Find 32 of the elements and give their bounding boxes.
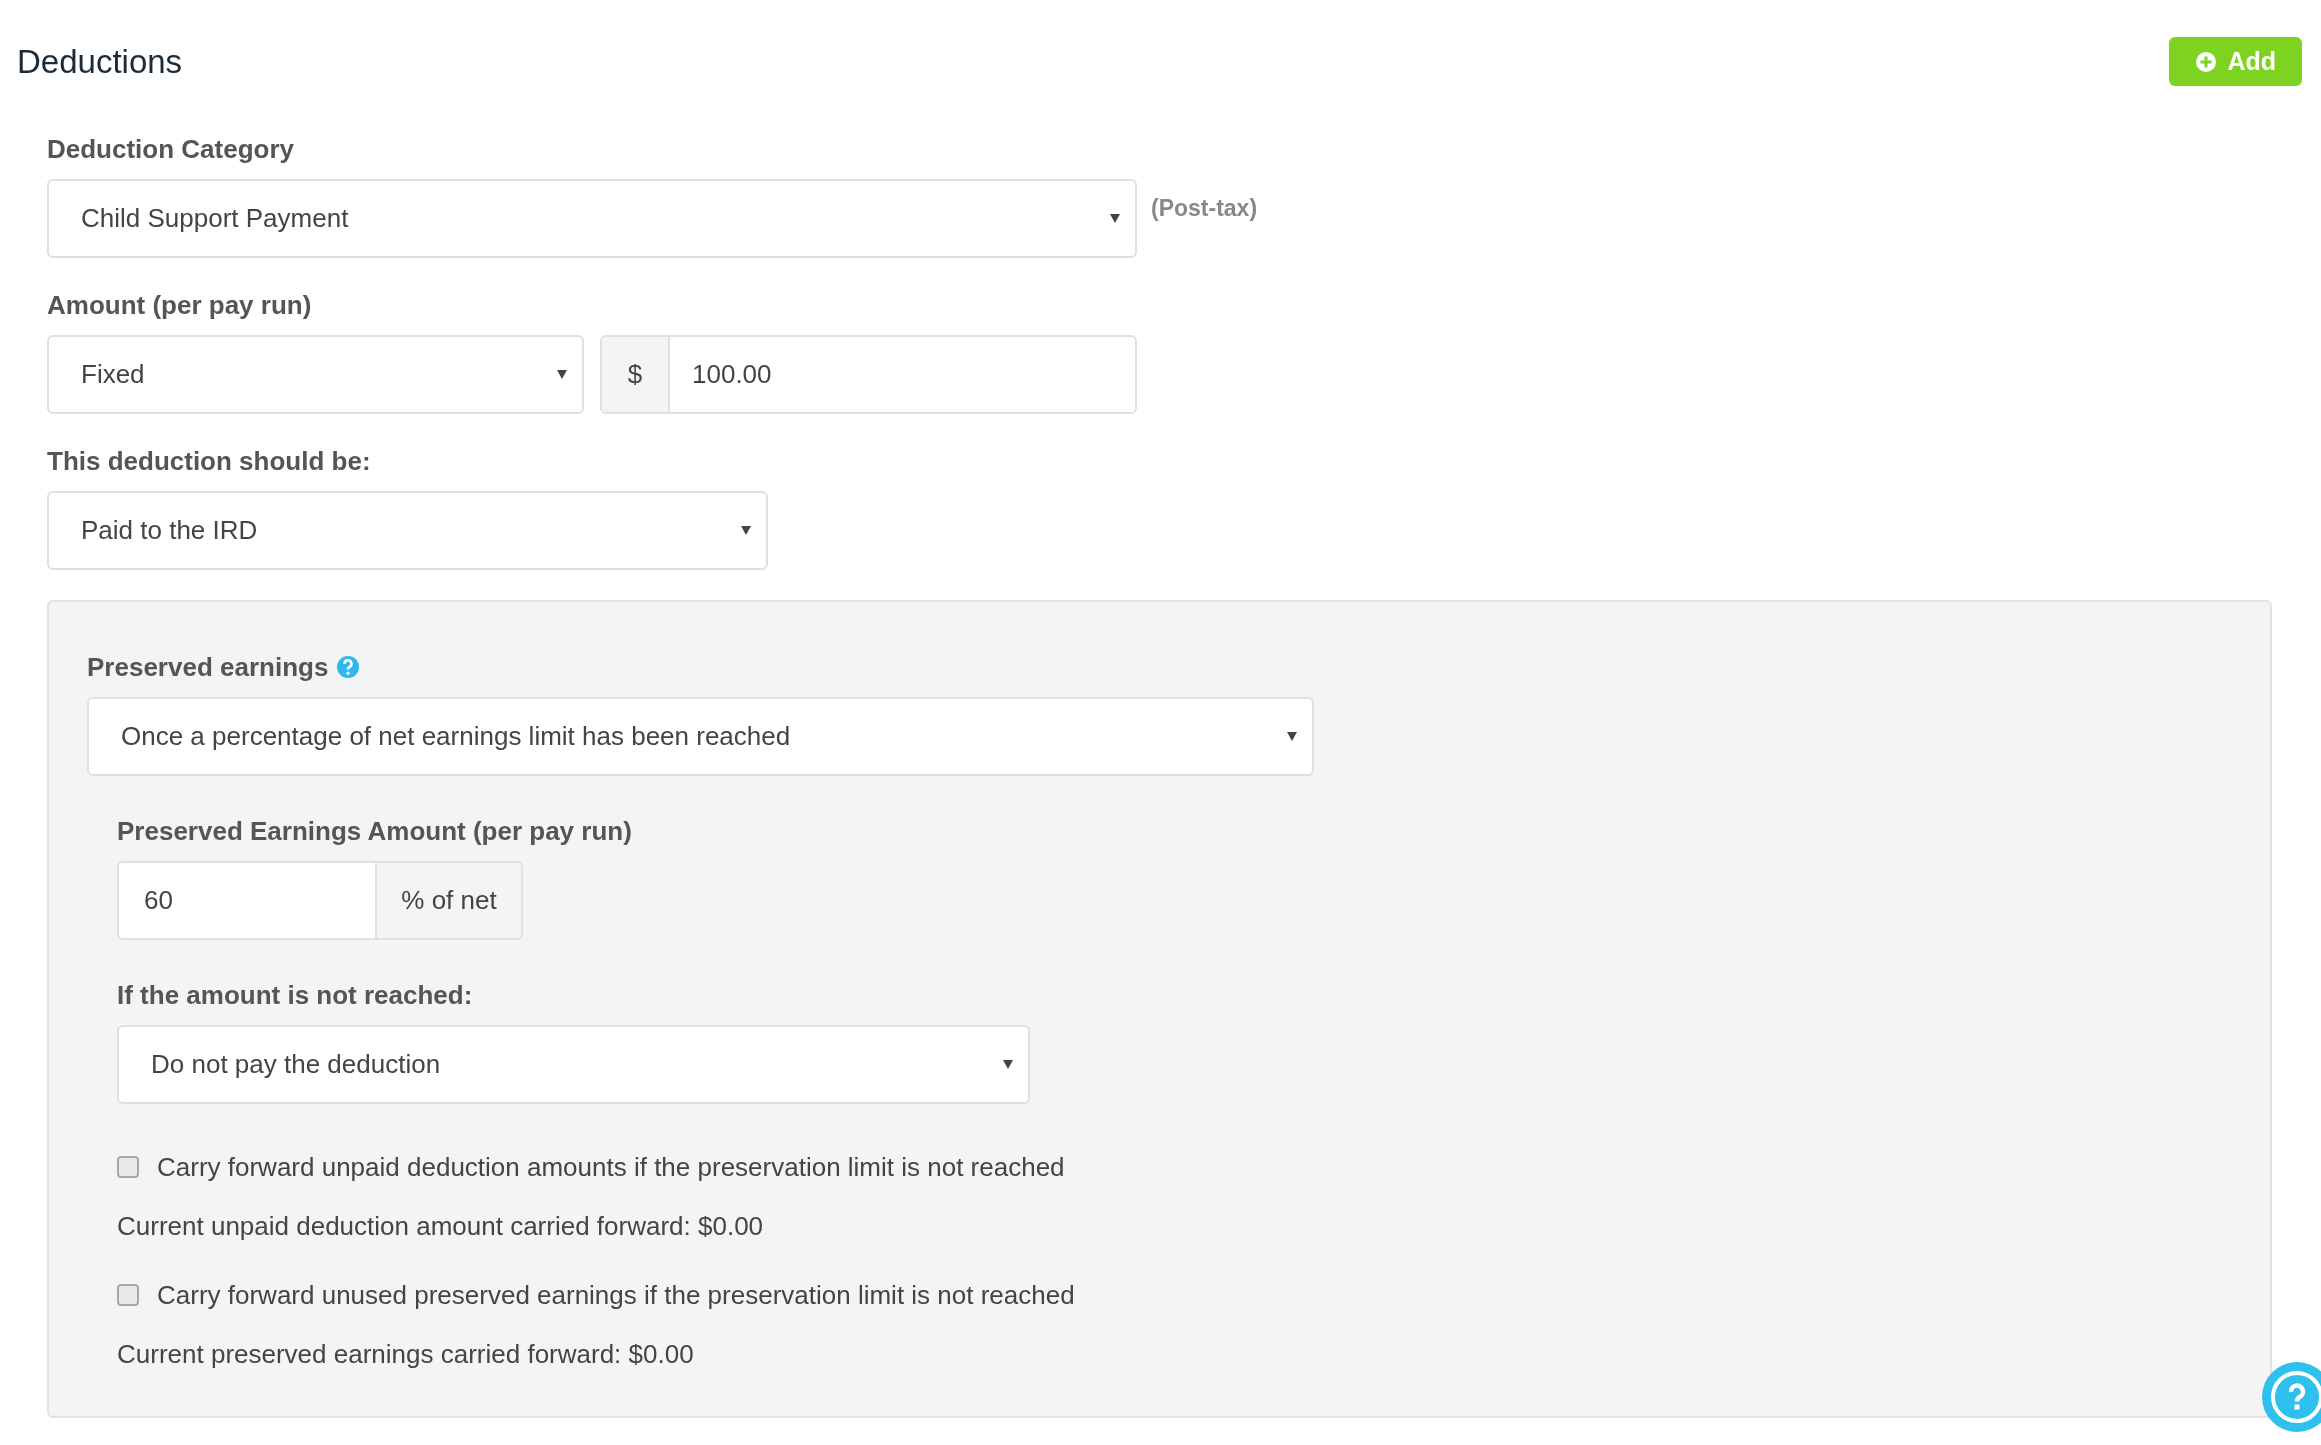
field-label: Preserved Earnings Amount (per pay run) bbox=[117, 814, 633, 848]
caret-icon bbox=[1002, 1058, 1014, 1070]
carried-forward-note: Current unpaid deduction amount carried forward: $0.00 bbox=[117, 1209, 765, 1243]
destination-select[interactable]: Paid to the IRD bbox=[47, 490, 768, 570]
percentage-field[interactable]: 60 % of net bbox=[117, 860, 523, 940]
help-icon bbox=[2270, 1370, 2321, 1424]
help-button[interactable] bbox=[2262, 1362, 2321, 1432]
amount-type-select[interactable]: Fixed bbox=[47, 334, 584, 414]
field-label: Amount (per pay run) bbox=[47, 288, 313, 322]
tax-note: (Post-tax) bbox=[1151, 193, 1258, 223]
page-title: Deductions bbox=[17, 42, 183, 82]
field-label: Deduction Category bbox=[47, 132, 296, 166]
preserved-mode-select[interactable]: Once a percentage of net earnings limit has been reached bbox=[87, 696, 1314, 776]
carried-forward-note: Current preserved earnings carried forward: $0.00 bbox=[117, 1337, 695, 1371]
checkbox[interactable] bbox=[117, 1284, 139, 1306]
caret-icon bbox=[740, 524, 752, 536]
amount-field[interactable]: $ 100.00 bbox=[600, 334, 1137, 414]
plus-circle-icon bbox=[2195, 50, 2218, 73]
help-icon[interactable] bbox=[336, 655, 361, 679]
caret-icon bbox=[556, 368, 568, 380]
percentage-suffix: % of net bbox=[375, 862, 521, 938]
fallback-select[interactable]: Do not pay the deduction bbox=[117, 1024, 1030, 1104]
currency-prefix: $ bbox=[602, 336, 670, 412]
caret-icon bbox=[1286, 730, 1298, 742]
checkbox-label: Carry forward unpaid deduction amounts if the preservation limit is not reached bbox=[157, 1150, 1065, 1184]
field-label: If the amount is not reached: bbox=[117, 978, 474, 1012]
checkbox[interactable] bbox=[117, 1156, 139, 1178]
field-label: Preserved earnings bbox=[87, 650, 329, 684]
checkbox-label: Carry forward unused preserved earnings if the preservation limit is not reached bbox=[157, 1278, 1075, 1312]
category-select[interactable]: Child Support Payment bbox=[47, 178, 1137, 258]
caret-icon bbox=[1109, 212, 1121, 224]
field-label: This deduction should be: bbox=[47, 444, 372, 478]
